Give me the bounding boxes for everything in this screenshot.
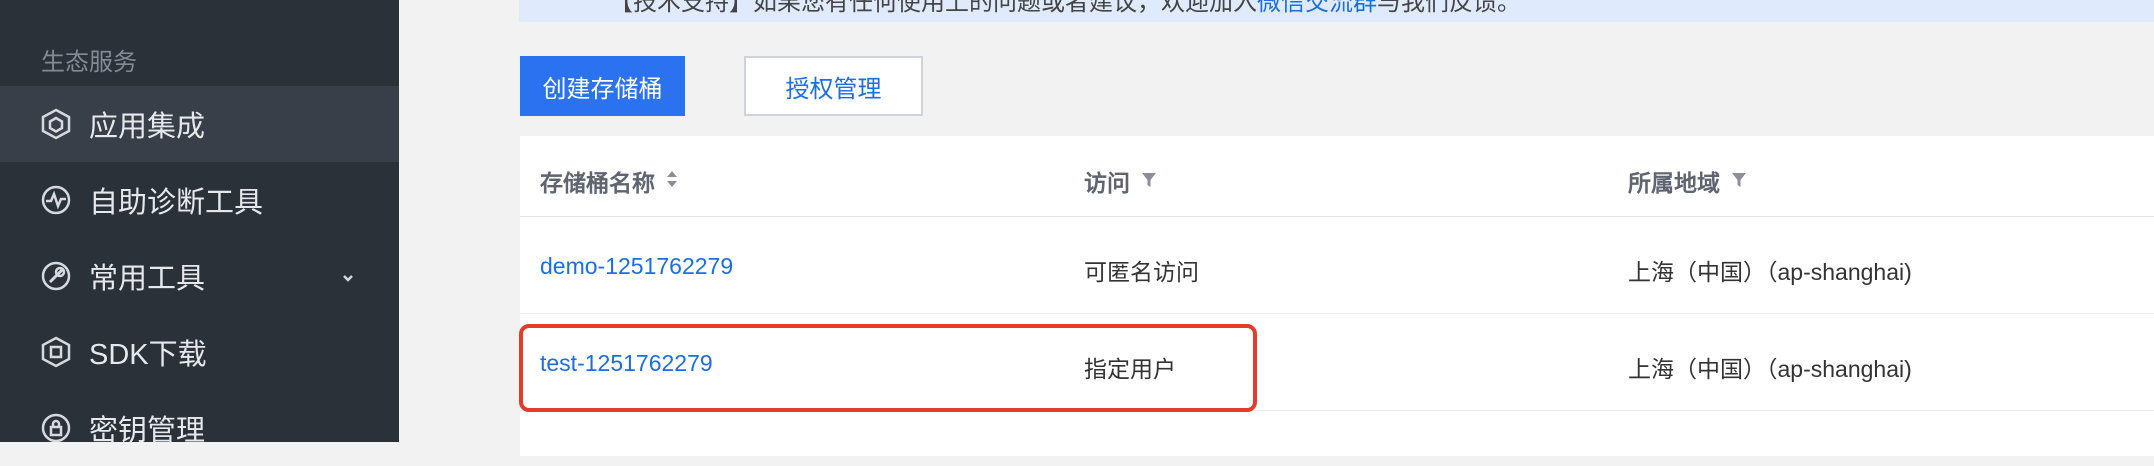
table-header: 存储桶名称 访问 所属地域	[520, 136, 2154, 217]
column-header-region[interactable]: 所属地域	[1628, 164, 1748, 198]
auth-management-button[interactable]: 授权管理	[744, 56, 923, 116]
sdk-package-icon	[39, 335, 73, 369]
column-header-label: 访问	[1084, 170, 1130, 196]
sidebar-item-label: 密钥管理	[89, 415, 206, 447]
region-value: 上海（中国）（ap-shanghai)	[1628, 356, 1912, 382]
sidebar-item-label: 自助诊断工具	[89, 187, 264, 219]
create-bucket-button[interactable]: 创建存储桶	[520, 56, 685, 116]
key-lock-icon	[39, 411, 73, 445]
filter-icon[interactable]	[1730, 168, 1748, 195]
column-header-label: 存储桶名称	[540, 170, 655, 196]
column-header-name[interactable]: 存储桶名称	[540, 164, 679, 198]
pulse-diagnosis-icon	[39, 183, 73, 217]
sidebar-item-app-integration[interactable]: 应用集成	[0, 86, 399, 162]
chevron-down-icon[interactable]	[337, 264, 359, 286]
hexagon-integration-icon	[39, 107, 73, 141]
filter-icon[interactable]	[1140, 168, 1158, 195]
sidebar-item-label: SDK下载	[89, 339, 207, 371]
sidebar-item-label: 常用工具	[89, 263, 206, 295]
column-header-label: 所属地域	[1628, 170, 1720, 196]
notice-banner: 【技术支持】如果您有任何使用上的问题或者建议，欢迎加入微信交流群与我们反馈。	[519, 0, 2154, 22]
notice-message: 【技术支持】如果您有任何使用上的问题或者建议，欢迎加入	[609, 0, 1257, 16]
access-value: 可匿名访问	[1084, 259, 1199, 285]
column-header-access[interactable]: 访问	[1084, 164, 1158, 198]
sidebar-item-label: 应用集成	[89, 111, 206, 143]
tools-icon	[39, 259, 73, 293]
sidebar-item-common-tools[interactable]: 常用工具	[0, 238, 399, 314]
sidebar: 生态服务 应用集成 自助诊断工具 常用工具 SDK下载 密钥管理	[0, 0, 399, 447]
sidebar-item-key-management[interactable]: 密钥管理	[0, 390, 399, 466]
sidebar-section-label: 生态服务	[41, 49, 137, 76]
notice-link[interactable]: 微信交流群	[1257, 0, 1377, 16]
highlight-annotation-box	[519, 324, 1257, 412]
sidebar-item-sdk-download[interactable]: SDK下载	[0, 314, 399, 390]
sidebar-item-diagnosis[interactable]: 自助诊断工具	[0, 162, 399, 238]
notice-text: 【技术支持】如果您有任何使用上的问题或者建议，欢迎加入微信交流群与我们反馈。	[609, 0, 1521, 17]
sort-icon[interactable]	[665, 168, 679, 195]
region-value: 上海（中国）（ap-shanghai)	[1628, 259, 1912, 285]
bucket-name-link[interactable]: demo-1251762279	[540, 253, 733, 280]
table-row: demo-1251762279 可匿名访问 上海（中国）（ap-shanghai…	[520, 217, 2154, 314]
notice-tail: 与我们反馈。	[1377, 0, 1521, 16]
